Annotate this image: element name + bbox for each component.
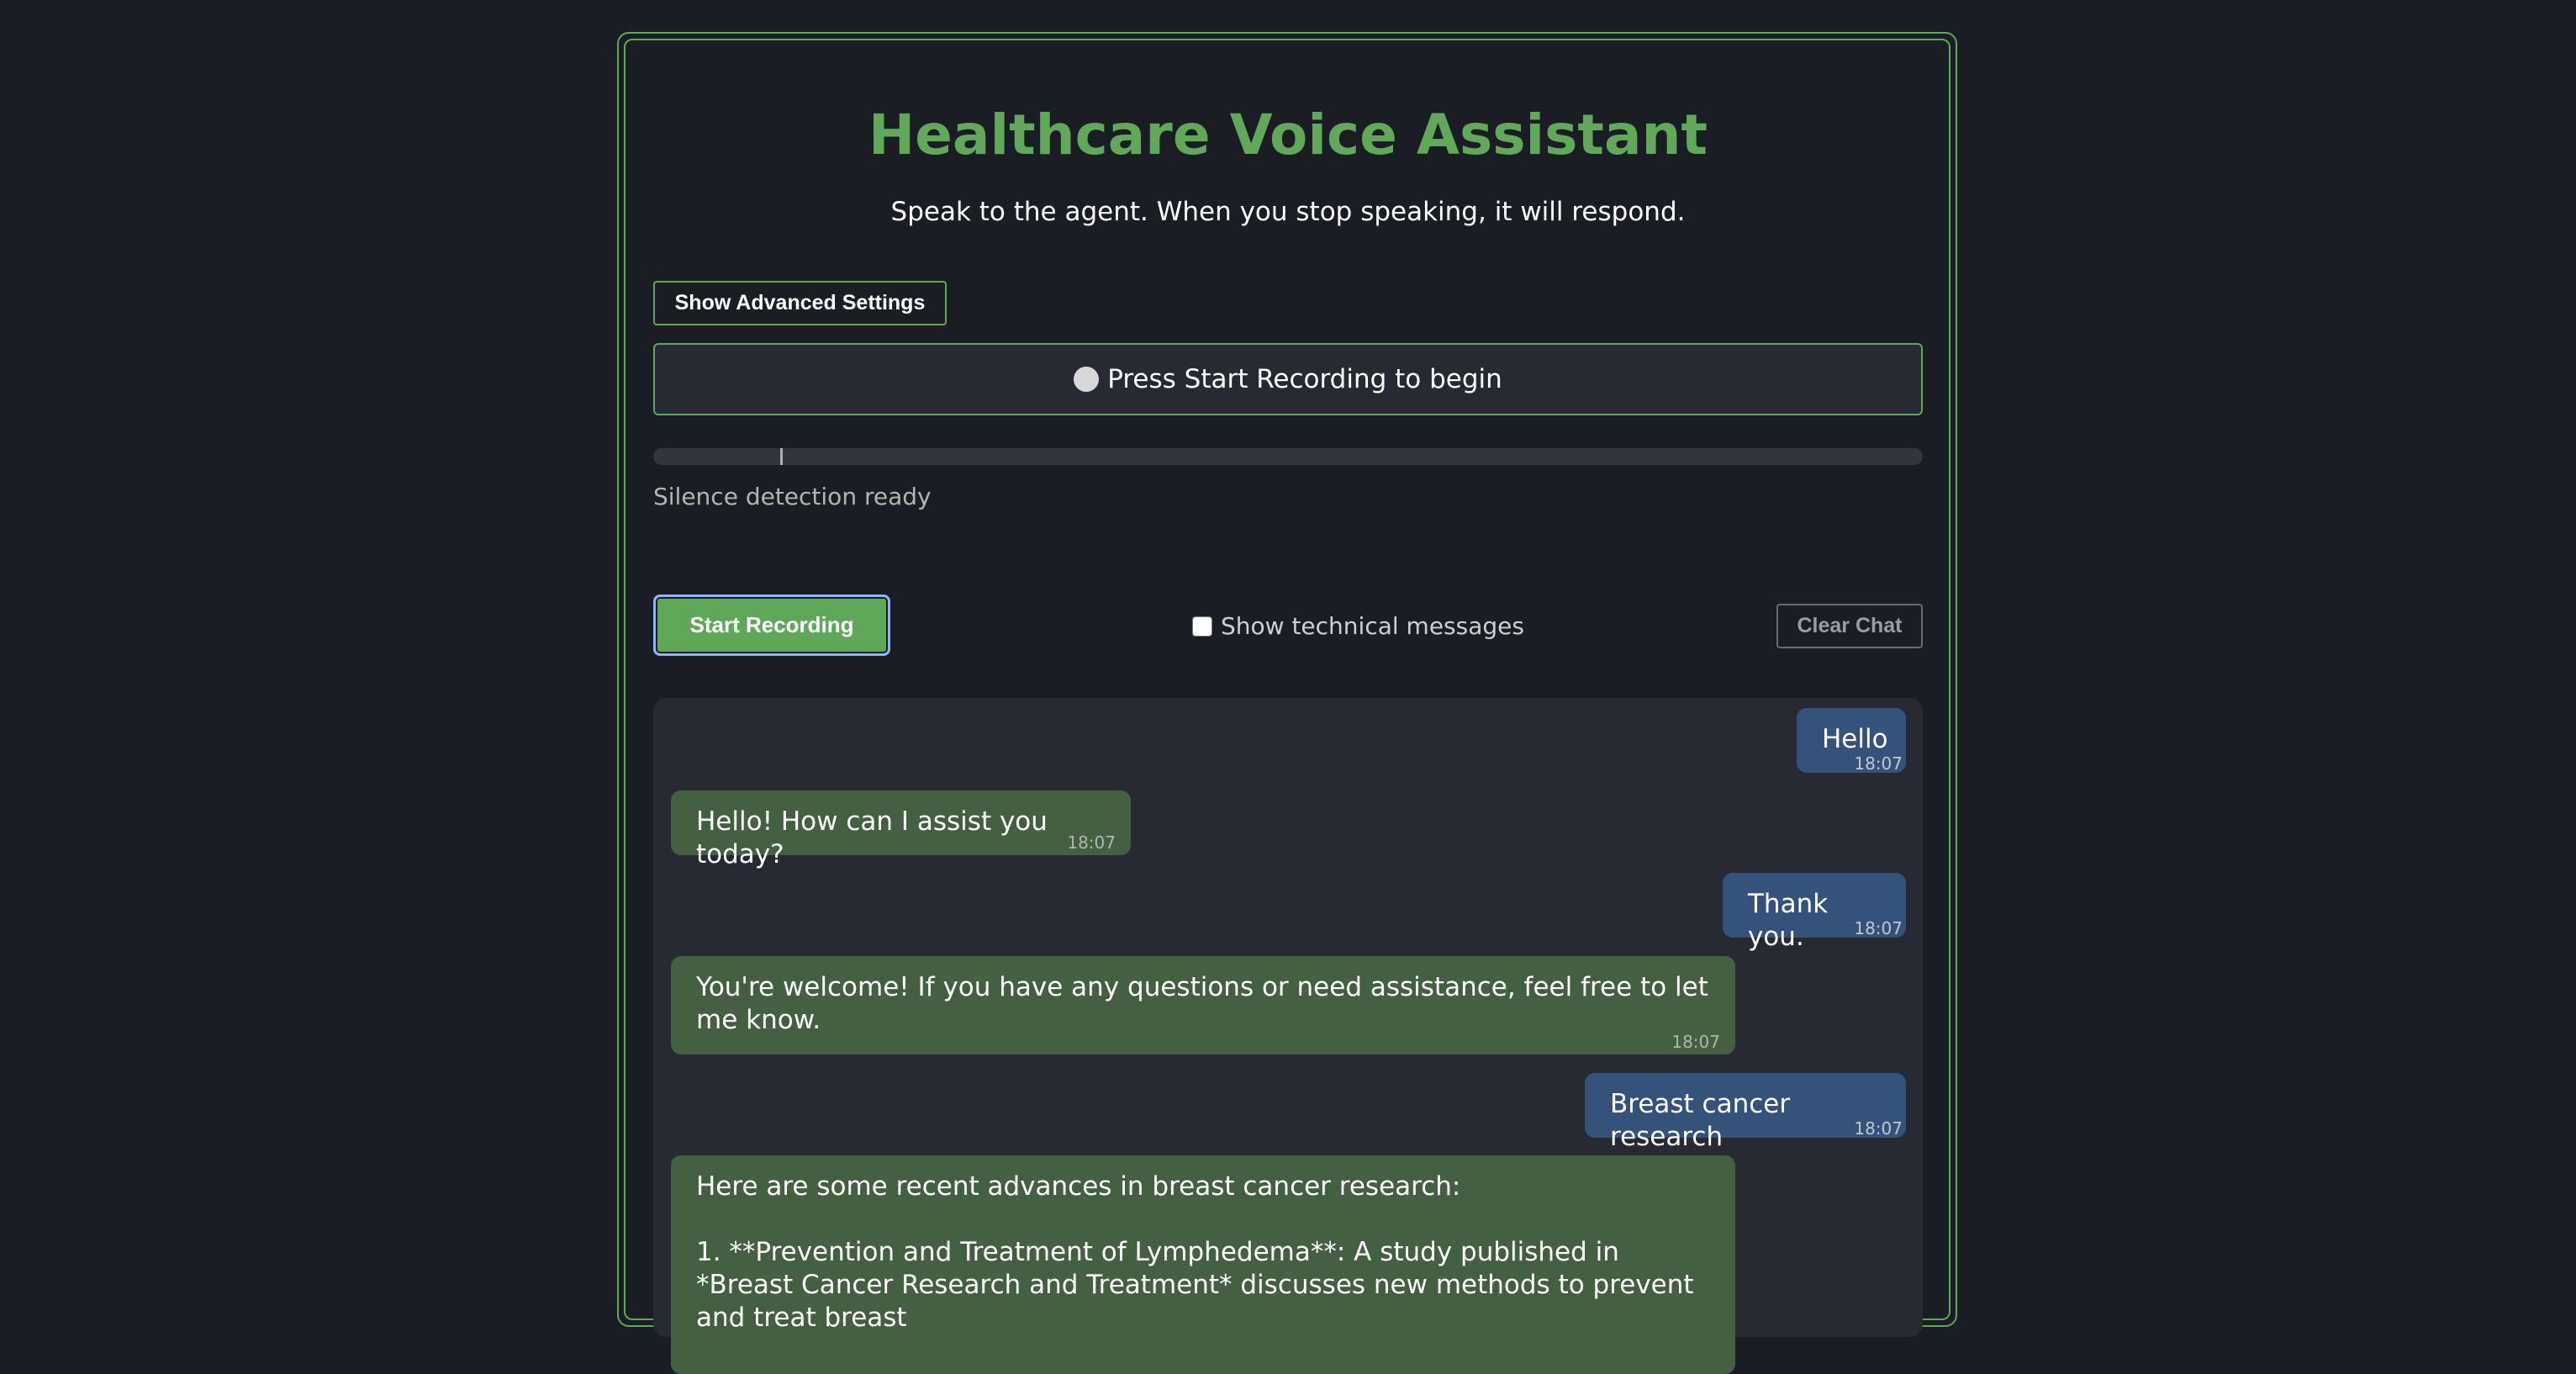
user-message: Breast cancer research 18:07 <box>1585 1073 1906 1152</box>
assistant-message: Hello! How can I assist you today? 18:07 <box>671 790 1131 869</box>
status-indicator-icon <box>1074 367 1100 392</box>
clear-chat-button[interactable]: Clear Chat <box>1776 604 1923 648</box>
message-text: Hello! How can I assist you today? <box>696 806 1056 869</box>
page-subtitle: Speak to the agent. When you stop speaki… <box>890 197 1686 227</box>
advanced-settings-button[interactable]: Show Advanced Settings <box>653 281 947 325</box>
message-text: Hello <box>1822 724 1888 754</box>
message-text: Thank you. <box>1748 889 1837 952</box>
message-text: Breast cancer research <box>1610 1089 1798 1152</box>
message-text: You're welcome! If you have any question… <box>696 972 1717 1035</box>
audio-level-bar <box>653 448 1923 465</box>
assistant-message: You're welcome! If you have any question… <box>671 956 1735 1054</box>
technical-messages-label: Show technical messages <box>1221 612 1524 640</box>
message-time: 18:07 <box>1854 753 1903 774</box>
user-message: Hello 18:07 <box>1797 708 1906 773</box>
page-title: Healthcare Voice Assistant <box>868 103 1708 167</box>
status-text: Press Start Recording to begin <box>1107 364 1502 394</box>
chat-log[interactable]: Hello 18:07 Hello! How can I assist you … <box>653 698 1923 1374</box>
message-time: 18:07 <box>1854 918 1903 938</box>
message-text: Here are some recent advances in breast … <box>696 1171 1694 1333</box>
silence-detection-status: Silence detection ready <box>653 483 932 510</box>
start-recording-button[interactable]: Start Recording <box>653 595 890 656</box>
silence-threshold-marker <box>780 448 783 465</box>
message-time: 18:07 <box>1854 1118 1903 1139</box>
assistant-message: Here are some recent advances in breast … <box>671 1155 1735 1374</box>
message-time: 18:07 <box>1671 1032 1720 1052</box>
recording-status: Press Start Recording to begin <box>653 343 1923 415</box>
technical-messages-toggle[interactable]: Show technical messages <box>1192 612 1524 640</box>
user-message: Thank you. 18:07 <box>1723 873 1906 952</box>
technical-messages-checkbox[interactable] <box>1192 616 1212 637</box>
message-time: 18:07 <box>1067 832 1116 853</box>
